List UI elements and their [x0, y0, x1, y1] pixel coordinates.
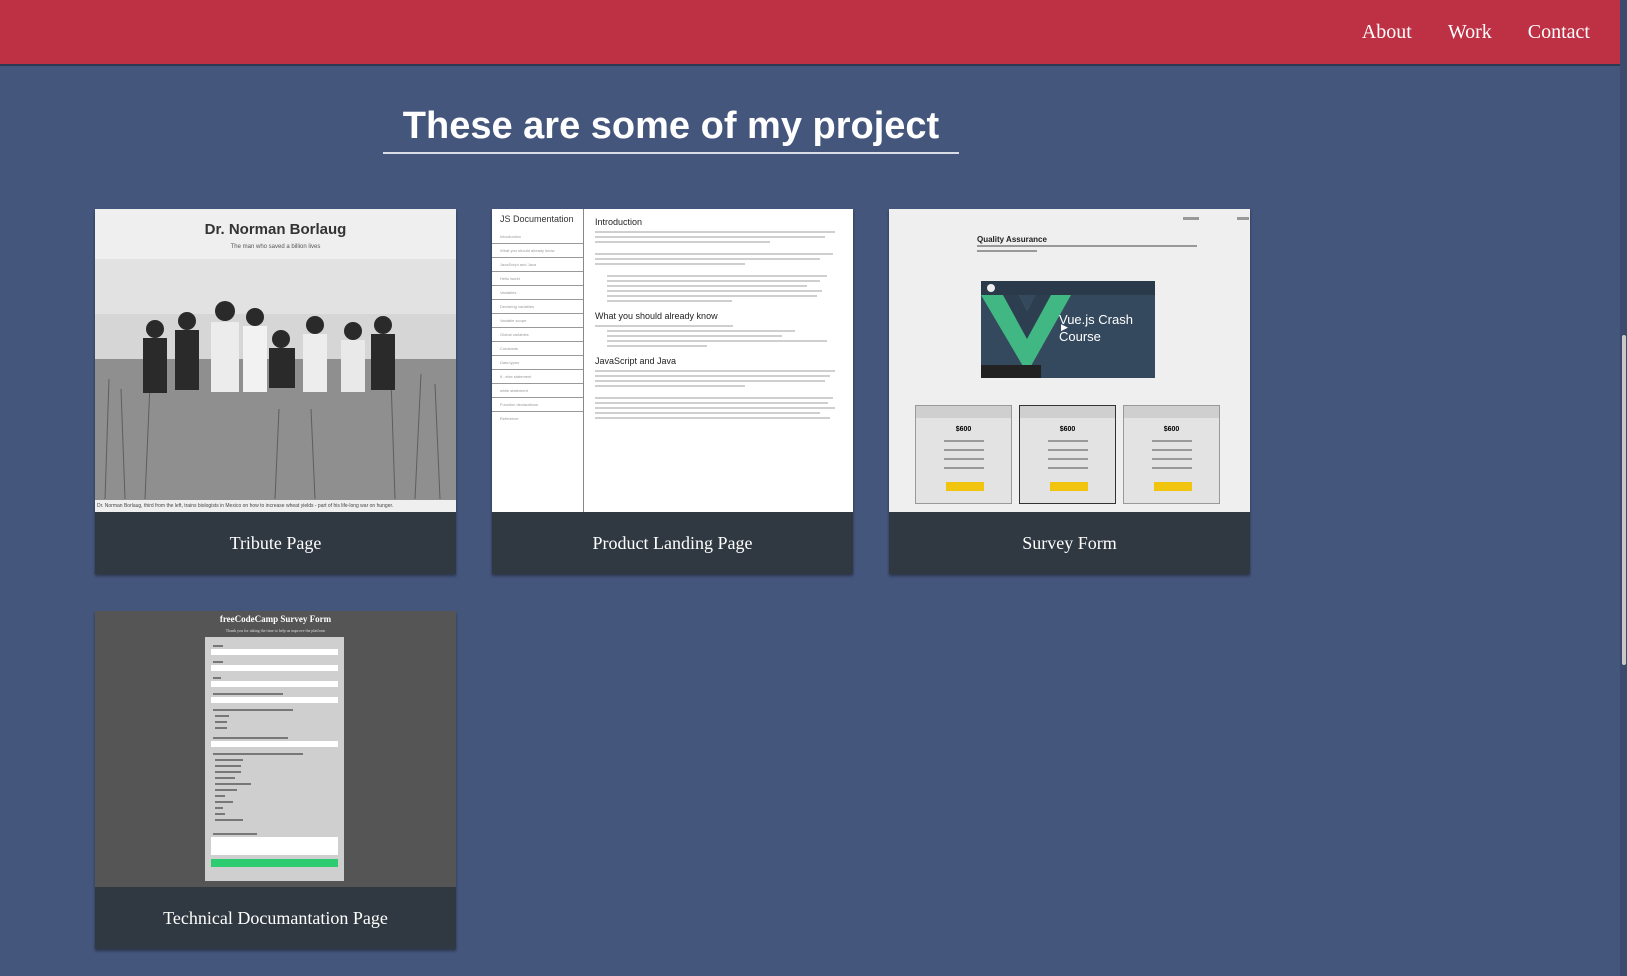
- project-thumbnail[interactable]: freeCodeCamp Survey Form Thank you for t…: [95, 611, 456, 887]
- docs-sidebar-item: if...else statement: [492, 370, 583, 384]
- project-card-product-landing[interactable]: JS Documentation Introduction What you s…: [492, 209, 853, 574]
- project-card-tribute[interactable]: Dr. Norman Borlaug The man who saved a b…: [95, 209, 456, 574]
- docs-main: Introduction What you should already kno…: [595, 217, 845, 422]
- docs-sidebar: JS Documentation Introduction What you s…: [492, 209, 584, 512]
- video-embed: Vue.js Crash Course ▶: [981, 281, 1155, 378]
- docs-sidebar-item: Constants: [492, 342, 583, 356]
- docs-sidebar-item: Declaring variables: [492, 300, 583, 314]
- project-title[interactable]: Product Landing Page: [492, 512, 853, 574]
- form-subheading: Thank you for taking the time to help us…: [225, 628, 326, 633]
- docs-preview: JS Documentation Introduction What you s…: [492, 209, 853, 512]
- price-value: $600: [1059, 426, 1076, 433]
- thumbnail-header: Dr. Norman Borlaug The man who saved a b…: [95, 209, 456, 259]
- project-title[interactable]: Survey Form: [889, 512, 1250, 574]
- docs-sidebar-item: Variable scope: [492, 314, 583, 328]
- docs-sidebar-item: Global variables: [492, 328, 583, 342]
- project-card-survey-form[interactable]: Quality Assurance Vue.js Crash Course ▶ …: [889, 209, 1250, 574]
- docs-sidebar-item: Data types: [492, 356, 583, 370]
- docs-sidebar-item: What you should already know: [492, 244, 583, 258]
- docs-section-heading: JavaScript and Java: [595, 356, 677, 366]
- project-thumbnail[interactable]: Dr. Norman Borlaug The man who saved a b…: [95, 209, 456, 512]
- pricing-card: $600: [1123, 405, 1220, 504]
- project-card-technical-docs[interactable]: freeCodeCamp Survey Form Thank you for t…: [95, 611, 456, 949]
- form-heading: freeCodeCamp Survey Form: [219, 614, 332, 624]
- price-value: $600: [955, 426, 972, 433]
- docs-sidebar-item: JavaScript and Java: [492, 258, 583, 272]
- nav-links: About Work Contact: [1326, 0, 1590, 64]
- thumbnail-photo-caption: Dr. Norman Borlaug, third from the left,…: [95, 500, 456, 512]
- scrollbar[interactable]: [1620, 0, 1627, 976]
- landing-preview: Quality Assurance Vue.js Crash Course ▶ …: [889, 209, 1250, 512]
- navbar: About Work Contact: [0, 0, 1620, 64]
- nav-link-contact[interactable]: Contact: [1528, 21, 1590, 44]
- video-title: Vue.js Crash Course: [1059, 312, 1133, 344]
- pricing-button: [946, 482, 984, 491]
- wheat-field-photo: [95, 259, 456, 500]
- docs-sidebar-item: Hello world: [492, 272, 583, 286]
- title-underline: [383, 152, 959, 154]
- pricing-button: [1154, 482, 1192, 491]
- docs-sidebar-title: JS Documentation: [500, 214, 574, 224]
- survey-form-preview: freeCodeCamp Survey Form Thank you for t…: [95, 611, 456, 887]
- pricing-button: [1050, 482, 1088, 491]
- docs-sidebar-item: Function declarations: [492, 398, 583, 412]
- project-thumbnail[interactable]: Quality Assurance Vue.js Crash Course ▶ …: [889, 209, 1250, 512]
- docs-sidebar-item: Introduction: [492, 230, 583, 244]
- project-title[interactable]: Tribute Page: [95, 512, 456, 574]
- scrollbar-thumb[interactable]: [1622, 335, 1626, 665]
- page-title: These are some of my project: [402, 105, 940, 147]
- price-value: $600: [1163, 426, 1180, 433]
- form-submit-button: [211, 859, 338, 867]
- project-thumbnail[interactable]: JS Documentation Introduction What you s…: [492, 209, 853, 512]
- project-title[interactable]: Technical Documantation Page: [95, 887, 456, 949]
- landing-heading: Quality Assurance: [977, 235, 1047, 244]
- nav-link-about[interactable]: About: [1362, 21, 1412, 44]
- docs-sidebar-item: Variables: [492, 286, 583, 300]
- form-panel: [205, 637, 344, 881]
- pricing-card: $600: [915, 405, 1012, 504]
- docs-section-heading: What you should already know: [595, 311, 718, 321]
- nav-link-work[interactable]: Work: [1448, 21, 1492, 44]
- thumbnail-subheading: The man who saved a billion lives: [230, 244, 321, 250]
- docs-sidebar-item: while statement: [492, 384, 583, 398]
- play-icon[interactable]: ▶: [1061, 323, 1068, 333]
- docs-sidebar-item: Reference: [500, 416, 519, 421]
- pricing-card: $600: [1019, 405, 1116, 504]
- thumbnail-heading: Dr. Norman Borlaug: [204, 221, 347, 238]
- docs-section-heading: Introduction: [595, 217, 643, 227]
